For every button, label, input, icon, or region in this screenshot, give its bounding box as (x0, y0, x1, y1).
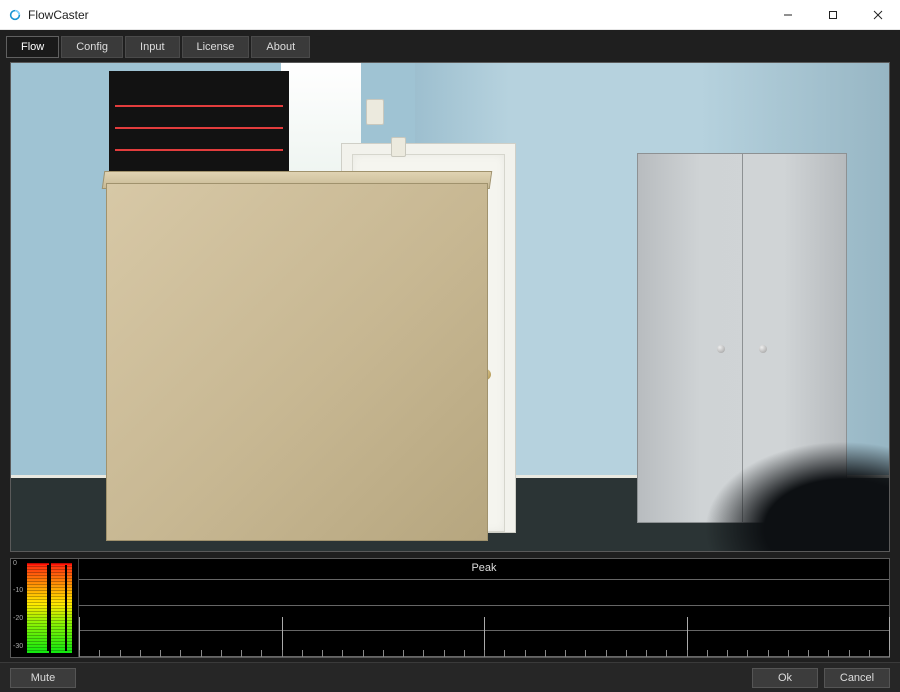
cancel-button[interactable]: Cancel (824, 668, 890, 688)
window-controls (765, 0, 900, 29)
close-button[interactable] (855, 0, 900, 29)
video-preview (10, 62, 890, 552)
bottom-bar: Mute Ok Cancel (0, 662, 900, 692)
mute-button[interactable]: Mute (10, 668, 76, 688)
tab-license[interactable]: License (182, 36, 250, 58)
maximize-button[interactable] (810, 0, 855, 29)
peak-label: Peak (79, 562, 889, 574)
maximize-icon (828, 10, 838, 20)
app-icon (8, 8, 22, 22)
vu-scale: 0 -10 -20 -30 (11, 559, 27, 657)
tab-flow[interactable]: Flow (6, 36, 59, 58)
window-title: FlowCaster (28, 8, 89, 22)
tab-config[interactable]: Config (61, 36, 123, 58)
vu-scale-label: -10 (13, 587, 23, 594)
tab-about[interactable]: About (251, 36, 310, 58)
close-icon (873, 10, 883, 20)
app-body: Flow Config Input License About (0, 30, 900, 692)
minimize-button[interactable] (765, 0, 810, 29)
tab-input[interactable]: Input (125, 36, 179, 58)
peak-graph: Peak (79, 559, 889, 657)
ok-button[interactable]: Ok (752, 668, 818, 688)
tab-bar: Flow Config Input License About (0, 30, 900, 58)
audio-meter-panel: 0 -10 -20 -30 Peak (10, 558, 890, 658)
minimize-icon (783, 10, 793, 20)
vu-meter: 0 -10 -20 -30 (11, 559, 79, 657)
vu-scale-label: 0 (13, 560, 17, 567)
vu-channel-left (27, 563, 49, 653)
vu-scale-label: -20 (13, 615, 23, 622)
vu-channel-right (51, 563, 73, 653)
vu-scale-label: -30 (13, 643, 23, 650)
camera-feed-image (11, 63, 889, 551)
window-titlebar: FlowCaster (0, 0, 900, 30)
